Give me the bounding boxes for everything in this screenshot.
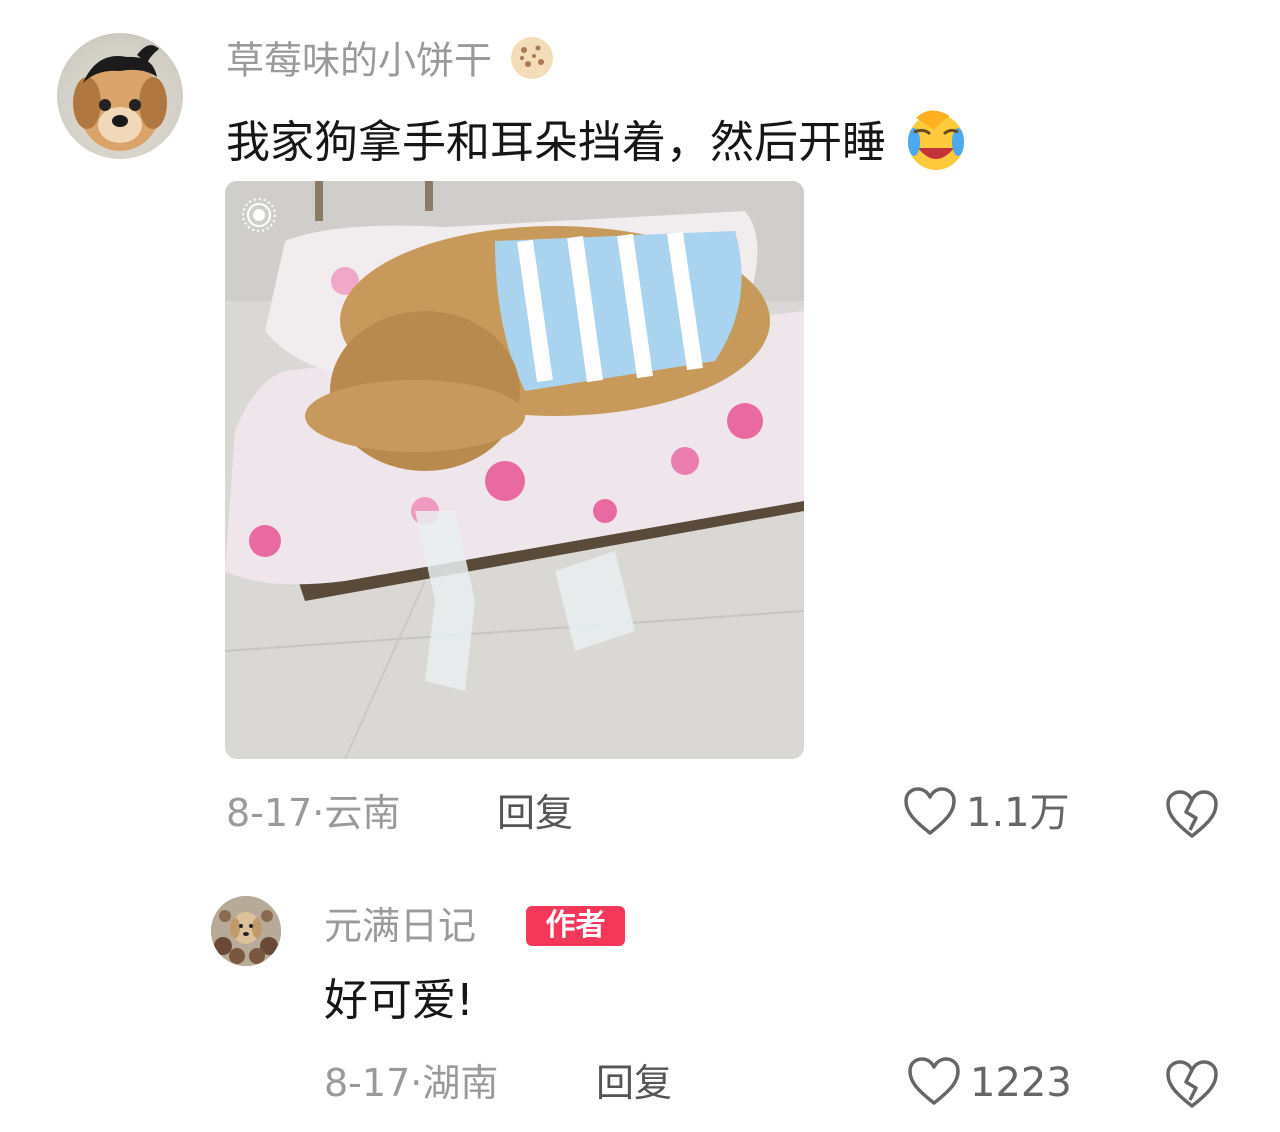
face-palm-crying-icon [900,106,972,184]
broken-heart-icon [1164,1060,1220,1114]
broken-heart-icon [1164,790,1220,844]
commenter-username[interactable]: 草莓味的小饼干 [226,34,556,92]
comment-photo[interactable] [225,181,804,759]
reply-text-body: 好可爱! [324,975,474,1026]
comment-text-body: 我家狗拿手和耳朵挡着，然后开睡 [226,117,886,168]
reply-text: 好可爱! [324,975,474,1027]
dislike-button[interactable] [1164,788,1220,840]
meta-separator: · [410,1061,423,1105]
comment-location: 云南 [324,791,401,835]
reply-like-button[interactable]: 1223 [906,1055,1072,1111]
reply-like-count: 1223 [970,1060,1072,1106]
reply-meta: 8-17·湖南 [324,1060,498,1106]
reply-location: 湖南 [422,1061,499,1105]
like-count: 1.1万 [966,790,1070,836]
meta-separator: · [312,791,325,835]
reply-reply-button[interactable]: 回复 [596,1060,672,1106]
reply-avatar[interactable] [211,896,281,966]
heart-outline-icon [906,1055,962,1111]
comment-meta: 8-17·云南 [226,790,400,836]
author-badge: 作者 [526,906,625,946]
commenter-username-text: 草莓味的小饼干 [226,38,493,83]
reply-username[interactable]: 元满日记 [324,903,476,949]
sleeping-dog-photo [225,181,804,759]
reply-reply-button-label: 回复 [596,1061,673,1105]
puppy-avatar-image [73,45,167,151]
comment-date: 8-17 [226,791,313,835]
reply-date: 8-17 [324,1061,411,1105]
cookie-icon [508,34,556,92]
reply-button-label: 回复 [497,791,574,835]
dog-with-plushies-avatar-image [211,896,281,966]
reply-username-text: 元满日记 [324,904,477,948]
comment-text: 我家狗拿手和耳朵挡着，然后开睡 [226,106,972,184]
reply-dislike-button[interactable] [1164,1058,1220,1110]
commenter-avatar[interactable] [57,33,183,159]
reply-button[interactable]: 回复 [497,790,573,836]
like-button[interactable]: 1.1万 [902,785,1070,841]
heart-outline-icon [902,785,958,841]
